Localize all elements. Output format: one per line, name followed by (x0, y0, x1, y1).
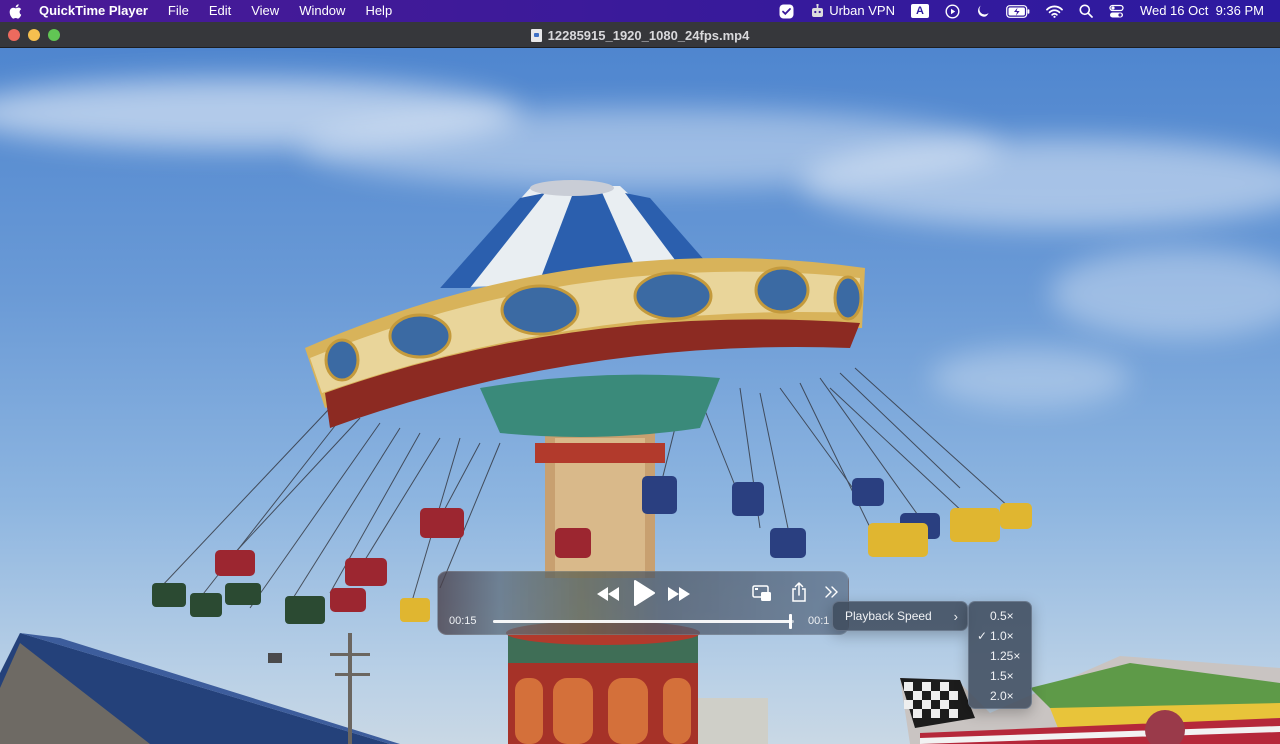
speed-option-1-0x[interactable]: ✓ 1.0× (969, 626, 1031, 646)
input-source-item[interactable]: A (903, 4, 937, 18)
control-center-icon (1109, 4, 1124, 17)
wifi-icon (1046, 5, 1063, 18)
video-file-icon (530, 28, 542, 42)
focus-item[interactable] (968, 4, 998, 18)
play-button[interactable] (631, 578, 657, 608)
speed-option-2-0x[interactable]: 2.0× (969, 686, 1031, 706)
clock[interactable]: Wed 16 Oct 9:36 PM (1132, 0, 1272, 22)
timeline-progress (493, 620, 791, 623)
playback-speed-menu-item[interactable]: Playback Speed › (832, 601, 968, 631)
playback-speed-label: Playback Speed (845, 609, 932, 623)
menu-file[interactable]: File (158, 0, 199, 22)
speed-option-0-5x[interactable]: 0.5× (969, 606, 1031, 626)
window-title: 12285915_1920_1080_24fps.mp4 (547, 27, 750, 43)
menu-bar: QuickTime Player File Edit View Window H… (0, 0, 1280, 22)
play-status-item[interactable] (937, 3, 968, 19)
wifi-item[interactable] (1038, 5, 1071, 18)
urban-vpn-item[interactable]: Urban VPN (802, 0, 903, 22)
battery-item[interactable] (998, 4, 1038, 18)
vpn-label: Urban VPN (829, 3, 895, 18)
battery-charging-icon (1006, 4, 1030, 18)
apple-menu[interactable] (0, 3, 30, 19)
rewind-icon (597, 587, 619, 601)
share-button[interactable] (789, 581, 809, 603)
play-circle-icon (945, 3, 960, 19)
menu-view[interactable]: View (241, 0, 289, 22)
menu-app-name[interactable]: QuickTime Player (30, 0, 158, 22)
remaining-time: 00:1 (808, 615, 830, 627)
playback-speed-submenu: 0.5× ✓ 1.0× 1.25× 1.5× 2.0× (968, 601, 1032, 709)
input-source-icon: A (910, 4, 929, 18)
menu-help[interactable]: Help (355, 0, 402, 22)
control-center-item[interactable] (1101, 4, 1132, 19)
more-options-button[interactable] (823, 584, 841, 600)
swing-carousel-scene (0, 180, 1280, 744)
picture-in-picture-button[interactable] (751, 583, 773, 603)
fullscreen-window-button[interactable] (48, 28, 60, 41)
play-icon (634, 580, 655, 606)
speed-option-1-5x[interactable]: 1.5× (969, 666, 1031, 686)
share-icon (792, 582, 806, 602)
playhead-handle[interactable] (788, 614, 792, 629)
chevron-right-icon: › (953, 608, 958, 624)
status-check-item[interactable] (771, 4, 802, 19)
robot-icon (812, 3, 824, 17)
picture-in-picture-icon (752, 584, 771, 601)
menu-edit[interactable]: Edit (199, 0, 241, 22)
double-chevron-right-icon (825, 586, 838, 598)
current-time: 00:15 (449, 615, 477, 627)
window-title-bar: 12285915_1920_1080_24fps.mp4 (0, 22, 1280, 48)
fast-forward-icon (668, 587, 690, 601)
search-icon (1079, 4, 1093, 18)
video-frame[interactable]: 00:15 00:1 Playback Speed › 0.5× ✓ 1.0× … (0, 48, 1280, 744)
rewind-button[interactable] (596, 584, 620, 604)
apple-logo-icon (9, 3, 22, 19)
spotlight-item[interactable] (1071, 4, 1101, 18)
checkmark-icon: ✓ (977, 629, 988, 643)
menu-window[interactable]: Window (289, 0, 355, 22)
moon-icon (977, 5, 989, 17)
fast-forward-button[interactable] (667, 584, 691, 604)
timeline-scrubber[interactable] (493, 614, 794, 629)
checkmark-badge-icon (779, 4, 794, 18)
speed-option-1-25x[interactable]: 1.25× (969, 646, 1031, 666)
close-window-button[interactable] (8, 28, 20, 41)
playback-controls: 00:15 00:1 (437, 571, 849, 635)
minimize-window-button[interactable] (28, 28, 40, 41)
